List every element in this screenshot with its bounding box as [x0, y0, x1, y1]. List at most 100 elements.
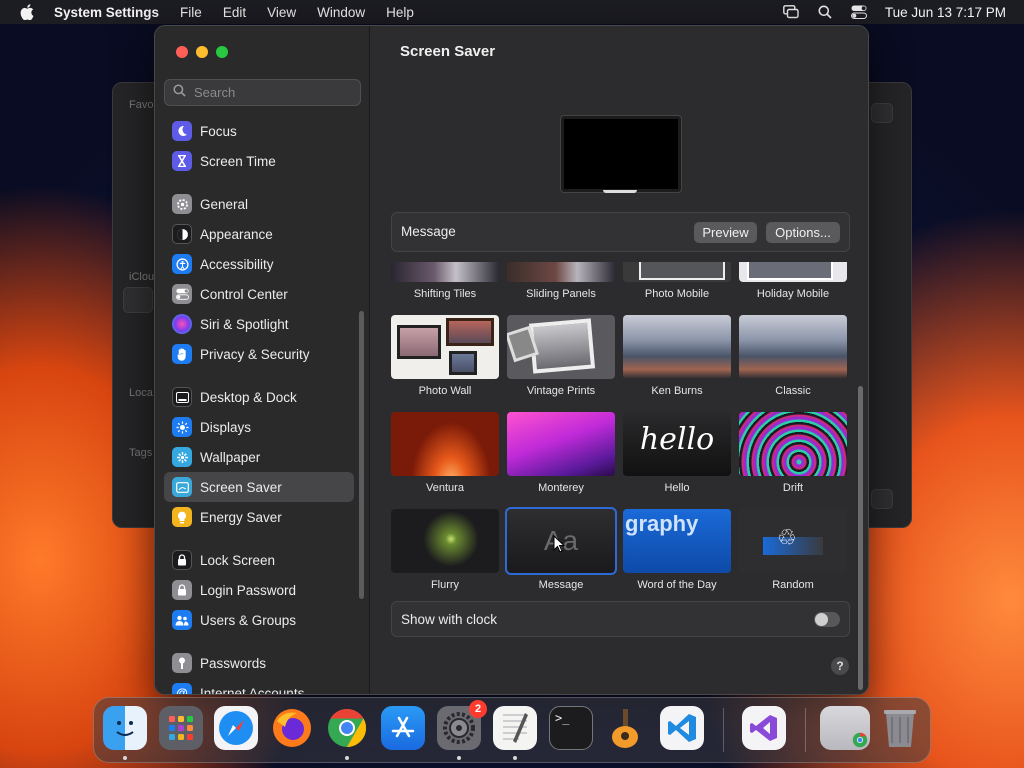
saver-label: Word of the Day [637, 579, 717, 591]
saver-thumbnail [507, 315, 615, 379]
hourglass-icon [172, 151, 192, 171]
minimize-window-button[interactable] [196, 46, 208, 58]
screen-mirroring-icon[interactable] [783, 4, 799, 20]
finder-icon[interactable] [103, 706, 147, 750]
saver-tile-flurry[interactable]: Flurry [391, 509, 501, 591]
sidebar-item-desktop-dock[interactable]: Desktop & Dock [164, 382, 354, 412]
help-button[interactable]: ? [831, 657, 849, 675]
bg-field [123, 287, 153, 313]
saver-tile-word-of-the-day[interactable]: graphy Word of the Day [623, 509, 733, 591]
launchpad-icon[interactable] [159, 706, 203, 750]
saver-tile-ventura[interactable]: Ventura [391, 412, 501, 494]
sidebar-item-label: Siri & Spotlight [200, 316, 289, 332]
sidebar-item-energy-saver[interactable]: Energy Saver [164, 502, 354, 532]
trash-icon[interactable] [878, 706, 922, 750]
sidebar-item-focus[interactable]: Focus [164, 116, 354, 146]
sidebar-item-displays[interactable]: Displays [164, 412, 354, 442]
window-menu[interactable]: Window [317, 5, 365, 20]
chrome-icon[interactable] [325, 706, 369, 750]
sidebar-item-passwords[interactable]: Passwords [164, 648, 354, 678]
garageband-icon[interactable] [604, 706, 648, 750]
saver-thumbnail: hello [623, 412, 731, 476]
content-pane: Screen Saver Message Preview Options... … [370, 26, 868, 694]
safari-icon[interactable] [214, 706, 258, 750]
app-store-icon[interactable] [381, 706, 425, 750]
file-menu[interactable]: File [180, 5, 202, 20]
saver-tile-random[interactable]: ♲ Random [739, 509, 849, 591]
sidebar-item-label: Wallpaper [200, 449, 261, 465]
saver-label: Ventura [426, 482, 464, 494]
saver-label: Monterey [538, 482, 584, 494]
saver-tile-classic[interactable]: Classic [739, 315, 849, 397]
dock-icon [172, 387, 192, 407]
sidebar-item-label: Privacy & Security [200, 346, 310, 362]
menu-bar: System Settings File Edit View Window He… [0, 0, 1024, 24]
menu-clock[interactable]: Tue Jun 13 7:17 PM [885, 5, 1006, 20]
app-menu[interactable]: System Settings [54, 5, 159, 20]
sidebar-item-lock-screen[interactable]: Lock Screen [164, 545, 354, 575]
bg-label-locations: Loca [129, 387, 153, 399]
monitor-stand [603, 190, 637, 193]
options-button[interactable]: Options... [766, 222, 840, 243]
view-menu[interactable]: View [267, 5, 296, 20]
vscode-icon[interactable] [660, 706, 704, 750]
sidebar-scrollbar[interactable] [359, 311, 364, 599]
saver-tile-photo-mobile[interactable]: Photo Mobile [623, 262, 733, 300]
sidebar-item-screen-time[interactable]: Screen Time [164, 146, 354, 176]
sidebar-item-users-groups[interactable]: Users & Groups [164, 605, 354, 635]
saver-label: Photo Mobile [644, 288, 710, 300]
saver-label: Vintage Prints [526, 385, 596, 397]
sidebar-item-login-password[interactable]: Login Password [164, 575, 354, 605]
saver-tile-ken-burns[interactable]: Ken Burns [623, 315, 733, 397]
terminal-icon[interactable]: >_ [549, 706, 593, 750]
chrome-window-icon[interactable] [820, 706, 870, 750]
visual-studio-icon[interactable] [742, 706, 786, 750]
search-input[interactable] [194, 85, 344, 100]
help-menu[interactable]: Help [386, 5, 414, 20]
sidebar-item-control-center[interactable]: Control Center [164, 279, 354, 309]
saver-thumbnail [507, 412, 615, 476]
sidebar-item-internet-accounts[interactable]: @ Internet Accounts [164, 678, 354, 694]
close-window-button[interactable] [176, 46, 188, 58]
sidebar-item-label: Focus [200, 123, 237, 139]
saver-thumbnail [391, 509, 499, 573]
bulb-icon [172, 507, 192, 527]
sidebar-item-screen-saver[interactable]: Screen Saver [164, 472, 354, 502]
edit-menu[interactable]: Edit [223, 5, 246, 20]
saver-label: Ken Burns [651, 385, 703, 397]
sidebar-item-privacy-security[interactable]: Privacy & Security [164, 339, 354, 369]
sidebar-item-wallpaper[interactable]: Wallpaper [164, 442, 354, 472]
saver-tile-sliding-panels[interactable]: Sliding Panels [507, 262, 617, 300]
saver-tile-monterey[interactable]: Monterey [507, 412, 617, 494]
search-field[interactable] [164, 79, 361, 106]
saver-tile-photo-wall[interactable]: Photo Wall [391, 315, 501, 397]
sidebar-item-siri-spotlight[interactable]: Siri & Spotlight [164, 309, 354, 339]
control-center-icon[interactable] [850, 4, 867, 20]
saver-thumbnail: ♲ [739, 509, 847, 573]
preview-button[interactable]: Preview [694, 222, 757, 243]
textedit-icon[interactable] [493, 706, 537, 750]
saver-tile-drift[interactable]: Drift [739, 412, 849, 494]
zoom-window-button[interactable] [216, 46, 228, 58]
appearance-icon [172, 224, 192, 244]
spotlight-search-icon[interactable] [817, 4, 833, 20]
bg-label-icloud: iClou [129, 271, 155, 283]
saver-tile-vintage-prints[interactable]: Vintage Prints [507, 315, 617, 397]
saver-tile-shifting-tiles[interactable]: Shifting Tiles [391, 262, 501, 300]
content-scrollbar[interactable] [858, 386, 863, 690]
search-icon [173, 83, 186, 102]
sidebar-item-general[interactable]: General [164, 189, 354, 219]
saver-tile-hello[interactable]: hello Hello [623, 412, 733, 494]
apple-menu-icon[interactable] [16, 0, 38, 24]
firefox-icon[interactable] [270, 706, 314, 750]
sidebar-item-appearance[interactable]: Appearance [164, 219, 354, 249]
system-settings-icon[interactable]: 2 [437, 700, 487, 750]
sidebar-item-label: General [200, 196, 249, 212]
screen-saver-preview-monitor [561, 116, 681, 192]
moon-icon [172, 121, 192, 141]
selected-saver-name: Message [401, 224, 456, 239]
sidebar-item-accessibility[interactable]: Accessibility [164, 249, 354, 279]
saver-tile-holiday-mobile[interactable]: Holiday Mobile [739, 262, 849, 300]
running-indicator [513, 756, 517, 760]
show-with-clock-toggle[interactable] [814, 612, 840, 627]
